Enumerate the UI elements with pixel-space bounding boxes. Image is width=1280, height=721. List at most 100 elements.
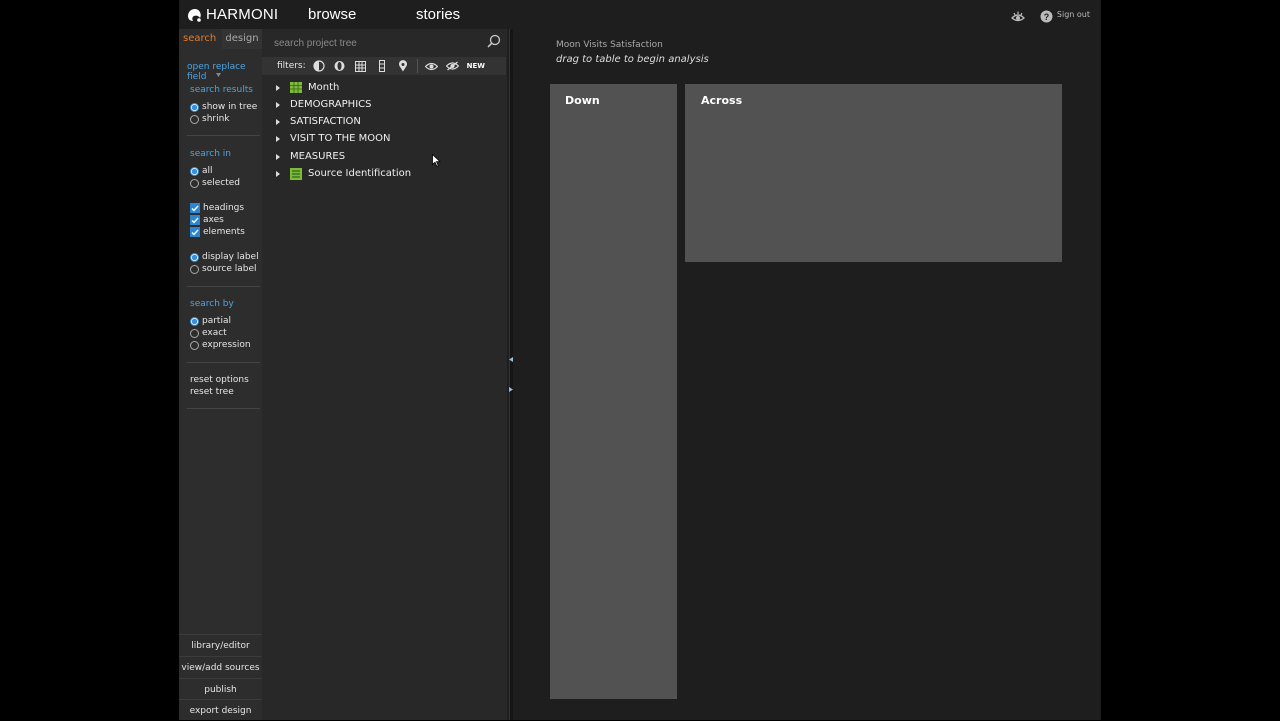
panel-tabs: search design — [179, 29, 262, 49]
option-label: expression — [202, 340, 251, 350]
tab-design[interactable]: design — [222, 29, 262, 49]
tree-item-demographics[interactable]: DEMOGRAPHICS — [276, 96, 371, 113]
checkbox-icon[interactable] — [190, 203, 200, 213]
radio-icon[interactable] — [190, 264, 199, 274]
filter-half-circle-left-icon[interactable] — [312, 59, 326, 73]
expand-arrow-icon[interactable] — [276, 118, 280, 125]
radio-icon[interactable] — [190, 166, 199, 176]
library-editor-button[interactable]: library/editor — [179, 634, 262, 656]
grid-table-icon — [290, 82, 302, 93]
logo[interactable]: HARMONI — [187, 6, 278, 23]
option-label: all — [202, 166, 213, 176]
filters-label: filters: — [277, 61, 306, 71]
tree-item-label: Source Identification — [308, 168, 412, 179]
tab-search[interactable]: search — [183, 33, 216, 44]
radio-icon[interactable] — [190, 114, 199, 124]
option-partial[interactable]: partial — [190, 316, 231, 326]
tree-item-label: MEASURES — [290, 151, 346, 162]
option-source-label[interactable]: source label — [190, 264, 257, 274]
nav-browse[interactable]: browse — [308, 6, 356, 23]
radio-icon[interactable] — [190, 178, 199, 188]
option-display-label[interactable]: display label — [190, 252, 259, 262]
expand-arrow-icon[interactable] — [276, 84, 280, 91]
expand-arrow-icon[interactable] — [276, 170, 280, 177]
search-input[interactable] — [272, 35, 486, 51]
search-results-heading: search results — [190, 85, 253, 95]
tree-item-source-identification[interactable]: Source Identification — [276, 165, 411, 182]
sign-out-link[interactable]: Sign out — [1057, 10, 1090, 19]
publish-button[interactable]: publish — [179, 678, 262, 700]
mouse-cursor-icon — [432, 154, 441, 167]
down-dropzone[interactable]: Down — [550, 84, 677, 699]
option-label: partial — [202, 316, 231, 326]
tree-item-label: DEMOGRAPHICS — [290, 99, 372, 110]
check-elements[interactable]: elements — [190, 227, 245, 237]
eye-settings-icon[interactable] — [1011, 8, 1025, 27]
help-icon[interactable]: ? — [1040, 8, 1053, 27]
open-replace-field-link[interactable]: open replace field — [187, 62, 262, 82]
tree-item-label: Month — [308, 82, 340, 93]
filters-bar: filters: NEW — [262, 57, 506, 75]
story-hint: drag to table to begin analysis — [556, 54, 709, 65]
option-all[interactable]: all — [190, 166, 213, 176]
filter-hidden-icon[interactable] — [446, 59, 460, 73]
across-label: Across — [701, 94, 743, 107]
top-bar: HARMONI browse stories ? Sign out — [179, 0, 1101, 29]
option-label: show in tree — [202, 102, 258, 112]
chevron-down-icon — [216, 73, 221, 77]
svg-text:?: ? — [1044, 12, 1050, 22]
option-label: selected — [202, 178, 240, 188]
tree-item-label: SATISFACTION — [290, 116, 361, 127]
view-add-sources-button[interactable]: view/add sources — [179, 656, 262, 678]
story-workspace: Moon Visits Satisfaction drag to table t… — [513, 29, 1101, 720]
filter-grid-icon[interactable] — [354, 59, 368, 73]
expand-arrow-icon[interactable] — [276, 135, 280, 142]
tree-item-measures[interactable]: MEASURES — [276, 148, 345, 165]
checkbox-icon[interactable] — [190, 215, 200, 225]
option-show-in-tree[interactable]: show in tree — [190, 102, 257, 112]
option-shrink[interactable]: shrink — [190, 114, 230, 124]
radio-icon[interactable] — [190, 102, 199, 112]
option-label: exact — [202, 328, 227, 338]
list-icon — [290, 168, 302, 180]
tree-item-satisfaction[interactable]: SATISFACTION — [276, 113, 361, 130]
tree-item-visit-to-the-moon[interactable]: VISIT TO THE MOON — [276, 130, 391, 147]
expand-arrow-icon[interactable] — [276, 153, 280, 160]
down-label: Down — [565, 94, 600, 107]
across-dropzone[interactable]: Across — [685, 84, 1062, 262]
divider — [187, 408, 260, 409]
reset-tree-link[interactable]: reset tree — [190, 387, 234, 397]
option-label: display label — [202, 252, 259, 262]
filter-visible-icon[interactable] — [425, 59, 439, 73]
tree-item-month[interactable]: Month — [276, 79, 339, 96]
project-tree-panel: filters: NEW Month DEMOGRAPHICS SATISFAC… — [262, 29, 507, 720]
filter-new-button[interactable]: NEW — [467, 62, 485, 70]
filter-column-icon[interactable] — [375, 59, 389, 73]
export-design-button[interactable]: export design — [179, 699, 262, 721]
search-icon[interactable] — [487, 33, 501, 52]
radio-icon[interactable] — [190, 316, 199, 326]
option-expression[interactable]: expression — [190, 340, 251, 350]
divider — [187, 362, 260, 363]
logo-text: HARMONI — [206, 6, 279, 23]
search-by-heading: search by — [190, 299, 234, 309]
expand-arrow-icon[interactable] — [276, 101, 280, 108]
reset-options-link[interactable]: reset options — [190, 375, 249, 385]
filter-half-circle-right-icon[interactable] — [333, 59, 347, 73]
check-axes[interactable]: axes — [190, 215, 224, 225]
nav-stories[interactable]: stories — [416, 6, 460, 23]
option-exact[interactable]: exact — [190, 328, 227, 338]
option-selected[interactable]: selected — [190, 178, 240, 188]
option-label: axes — [203, 215, 224, 225]
tree-item-label: VISIT TO THE MOON — [290, 133, 391, 144]
divider — [187, 135, 260, 136]
app-window: HARMONI browse stories ? Sign out search… — [179, 0, 1101, 720]
check-headings[interactable]: headings — [190, 203, 244, 213]
checkbox-icon[interactable] — [190, 227, 200, 237]
radio-icon[interactable] — [190, 252, 199, 262]
filter-pin-icon[interactable] — [396, 59, 410, 73]
search-in-heading: search in — [190, 149, 231, 159]
radio-icon[interactable] — [190, 340, 199, 350]
option-label: elements — [203, 227, 245, 237]
radio-icon[interactable] — [190, 328, 199, 338]
